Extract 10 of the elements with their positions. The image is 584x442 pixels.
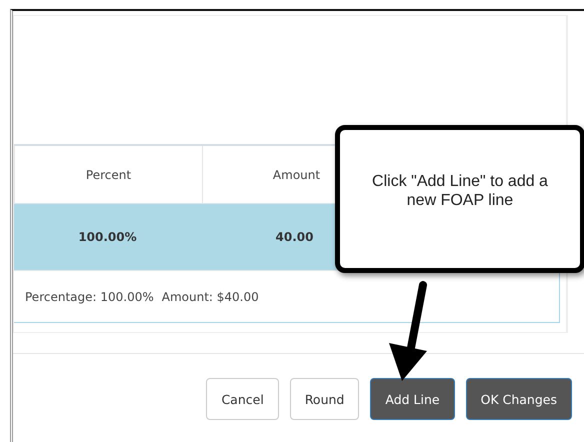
callout-tooltip: Click "Add Line" to add a new FOAP line [335,125,584,273]
summary-text: Amount: $40.00 [162,290,259,304]
summary-text: Percentage: 100.00% [25,290,154,304]
dialog-button[interactable]: Round [290,378,360,420]
table-cell: 100.00% [78,230,137,244]
column-header[interactable]: Percent [14,146,202,203]
dialog-button[interactable]: Add Line [370,378,455,420]
table-cell: 40.00 [276,230,314,244]
dialog-button[interactable]: Cancel [206,378,279,420]
dialog-button[interactable]: OK Changes [466,378,572,420]
